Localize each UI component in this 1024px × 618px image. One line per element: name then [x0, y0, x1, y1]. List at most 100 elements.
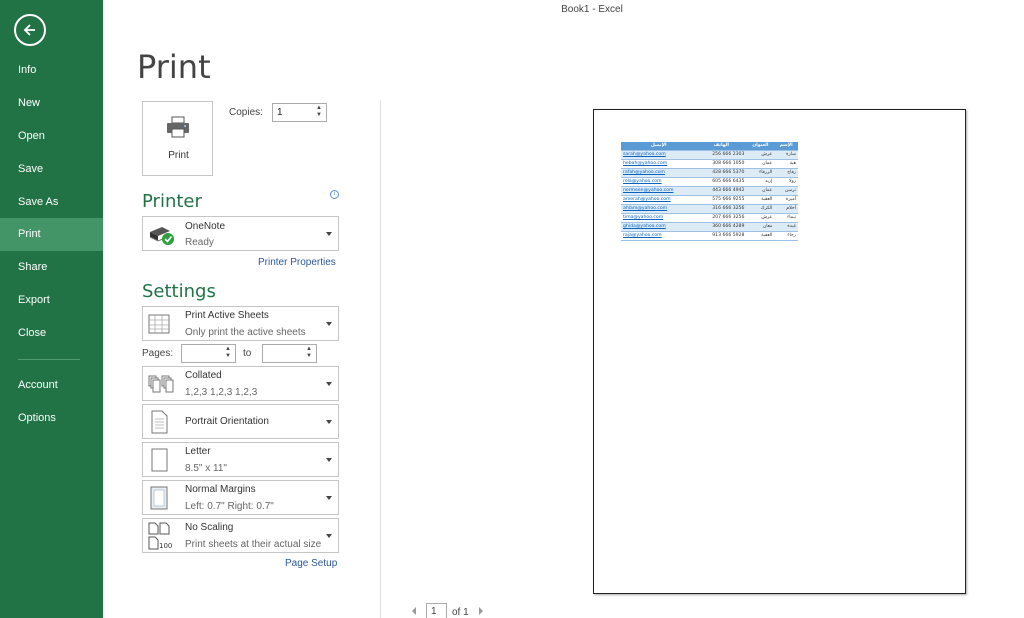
orientation-dropdown[interactable]: Portrait Orientation — [142, 404, 339, 439]
sidebar-item-info[interactable]: Info — [0, 54, 103, 87]
margins-icon — [150, 486, 168, 510]
cell-address: معان — [746, 222, 775, 232]
cell-phone: 360 666 4289 — [696, 222, 747, 232]
table-row: نرمين عمان 443 666 4942 nermeen@yahoo.com — [621, 186, 798, 196]
portrait-page-icon — [151, 410, 168, 434]
backstage-sidebar: Info New Open Save Save As Print Share E… — [0, 0, 103, 618]
preview-header-row: الإسم العنوان الهاتف الإيميل — [621, 142, 798, 151]
sidebar-item-new[interactable]: New — [0, 87, 103, 120]
print-button[interactable]: Print — [142, 101, 213, 176]
collated-icon — [148, 375, 174, 393]
prev-page-icon[interactable] — [412, 607, 416, 615]
sidebar-item-save[interactable]: Save — [0, 153, 103, 186]
cell-phone: 575 666 9255 — [696, 195, 747, 205]
scaling-icon: 100 — [148, 522, 172, 550]
sidebar-item-share[interactable]: Share — [0, 251, 103, 284]
cell-name: أحلام — [774, 204, 798, 214]
cell-address: العقبة — [746, 231, 775, 241]
cell-address: الكرك — [746, 204, 775, 214]
cell-address: العقبة — [746, 195, 775, 205]
cell-address: إربد — [746, 177, 775, 187]
paper-size-dropdown[interactable]: Letter 8.5" x 11" — [142, 442, 339, 477]
sidebar-item-close[interactable]: Close — [0, 317, 103, 350]
paper-icon — [151, 448, 168, 472]
print-button-label: Print — [168, 150, 189, 161]
table-row: رولا إربد 605 666 6435 rola@yahoo.com — [621, 177, 798, 187]
cell-email: tima@yahoo.com — [621, 213, 697, 223]
chevron-down-icon — [326, 322, 332, 326]
copies-input[interactable]: 1 ▲ ▼ — [272, 103, 327, 122]
collation-sub: 1,2,3 1,2,3 1,2,3 — [185, 387, 258, 398]
back-button[interactable] — [14, 14, 46, 46]
table-row: أحلام الكرك 316 666 3256 ahlam@yahoo.com — [621, 204, 798, 214]
table-row: أميرة العقبة 575 666 9255 amerah@yahoo.com — [621, 195, 798, 205]
chevron-down-icon — [326, 232, 332, 236]
cell-email: amerah@yahoo.com — [621, 195, 697, 205]
sidebar-item-print[interactable]: Print — [0, 218, 103, 251]
cell-address: الزرقاء — [746, 168, 775, 178]
page-title: Print — [137, 48, 211, 86]
cell-phone: 443 666 4942 — [696, 186, 747, 196]
excel-backstage-print: Info New Open Save Save As Print Share E… — [0, 0, 1024, 618]
sidebar-item-account[interactable]: Account — [0, 369, 103, 402]
cell-phone: 913 666 5928 — [696, 231, 747, 241]
pages-to-input[interactable]: ▲ ▼ — [262, 344, 317, 363]
table-row: رفاح الزرقاء 428 666 5370 rafah@yahoo.com — [621, 168, 798, 178]
pages-from-input[interactable]: ▲ ▼ — [181, 344, 236, 363]
collation-dropdown[interactable]: Collated 1,2,3 1,2,3 1,2,3 — [142, 366, 339, 401]
header-name: الإسم — [774, 142, 798, 151]
cell-name: نرمين — [774, 186, 798, 196]
print-what-dropdown[interactable]: Print Active Sheets Only print the activ… — [142, 306, 339, 341]
cell-address: عرش — [746, 150, 775, 160]
table-row: غيدة معان 360 666 4289 ghida@yahoo.com — [621, 222, 798, 232]
printer-status: Ready — [185, 237, 214, 248]
scaling-main: No Scaling — [185, 522, 234, 533]
panel-divider — [380, 100, 381, 618]
cell-email: rola@yahoo.com — [621, 177, 697, 187]
cell-name: رجاء — [774, 231, 798, 241]
sidebar-item-export[interactable]: Export — [0, 284, 103, 317]
chevron-down-icon — [326, 458, 332, 462]
margins-dropdown[interactable]: Normal Margins Left: 0.7" Right: 0.7" — [142, 480, 339, 515]
cell-email: nermeen@yahoo.com — [621, 186, 697, 196]
current-page-input[interactable]: 1 — [426, 603, 447, 618]
cell-phone: 316 666 3256 — [696, 204, 747, 214]
chevron-down-icon — [326, 534, 332, 538]
printer-properties-link[interactable]: Printer Properties — [258, 257, 336, 268]
table-row: تيماء عرش 207 666 3256 tima@yahoo.com — [621, 213, 798, 223]
page-total: of 1 — [452, 607, 469, 618]
print-what-main: Print Active Sheets — [185, 310, 269, 321]
scaling-icon-text: 100 — [159, 542, 172, 550]
sidebar-item-open[interactable]: Open — [0, 120, 103, 153]
cell-address: عمان — [746, 186, 775, 196]
printer-icon — [167, 116, 189, 138]
scaling-dropdown[interactable]: 100 No Scaling Print sheets at their act… — [142, 518, 339, 553]
page-setup-link[interactable]: Page Setup — [285, 558, 337, 569]
scaling-sub: Print sheets at their actual size — [185, 539, 322, 550]
cell-name: رفاح — [774, 168, 798, 178]
copies-spinner[interactable]: ▲ ▼ — [314, 105, 324, 120]
cell-email: ghida@yahoo.com — [621, 222, 697, 232]
cell-name: سارة — [774, 150, 798, 160]
next-page-icon[interactable] — [479, 607, 483, 615]
printer-dropdown[interactable]: OneNote Ready — [142, 216, 339, 251]
cell-phone: 605 666 6435 — [696, 177, 747, 187]
info-icon[interactable]: i — [330, 190, 339, 199]
pages-to-spinner[interactable]: ▲ ▼ — [304, 346, 314, 361]
settings-section-title: Settings — [142, 281, 216, 302]
sidebar-item-options[interactable]: Options — [0, 402, 103, 435]
cell-email: raja@yahoo.com — [621, 231, 697, 241]
sidebar-item-save-as[interactable]: Save As — [0, 186, 103, 219]
table-row: سارة عرش 256 666 2303 sarah@yahoo.com — [621, 150, 798, 160]
chevron-down-icon — [326, 420, 332, 424]
paper-size-main: Letter — [185, 446, 211, 457]
print-what-sub: Only print the active sheets — [185, 327, 306, 338]
preview-table: الإسم العنوان الهاتف الإيميل سارة عرش 256 … — [621, 142, 798, 241]
table-row: رجاء العقبة 913 666 5928 raja@yahoo.com — [621, 231, 798, 241]
cell-name: غيدة — [774, 222, 798, 232]
paper-size-sub: 8.5" x 11" — [185, 463, 227, 474]
orientation-main: Portrait Orientation — [185, 416, 269, 427]
chevron-down-icon — [326, 382, 332, 386]
pages-from-spinner[interactable]: ▲ ▼ — [223, 346, 233, 361]
pages-label: Pages: — [142, 348, 174, 359]
